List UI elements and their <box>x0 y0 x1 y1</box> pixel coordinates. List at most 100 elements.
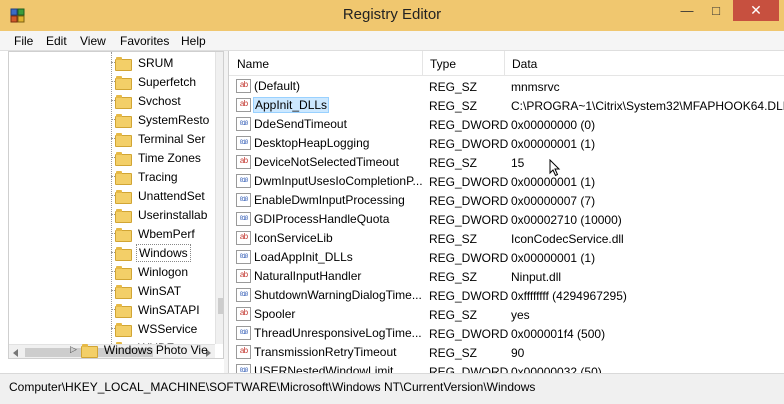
title-bar[interactable]: Registry Editor — □ ✕ <box>0 0 784 31</box>
list-row[interactable]: ab Spooler REG_SZ yes <box>229 305 784 324</box>
tree-item-label: Tracing <box>138 169 178 184</box>
menu-bar: File Edit View Favorites Help <box>0 31 784 51</box>
value-name: DdeSendTimeout <box>254 117 347 131</box>
value-type: REG_SZ <box>429 270 478 284</box>
list-row[interactable]: ab (Default) REG_SZ mnmsrvc <box>229 77 784 96</box>
tree-item-systemrestore[interactable]: SystemResto <box>111 110 211 129</box>
tree-item-winsat[interactable]: WinSAT <box>111 281 183 300</box>
binary-value-icon: 010 <box>236 212 251 226</box>
string-value-icon: ab <box>236 345 251 359</box>
folder-icon <box>115 94 132 109</box>
value-type: REG_DWORD <box>429 213 509 227</box>
value-type: REG_DWORD <box>429 289 509 303</box>
folder-icon <box>115 170 132 185</box>
binary-value-icon: 010 <box>236 193 251 207</box>
tree-item-label: UnattendSet <box>138 188 205 203</box>
tree-item-label: Svchost <box>138 93 181 108</box>
tree-item-terminal-server[interactable]: Terminal Ser <box>111 129 207 148</box>
list-row[interactable]: 010 ThreadUnresponsiveLogTime... REG_DWORD… <box>229 324 784 343</box>
list-row[interactable]: 010 EnableDwmInputProcessing REG_DWORD 0x00… <box>229 191 784 210</box>
value-type: REG_SZ <box>429 80 478 94</box>
menu-help[interactable]: Help <box>181 34 206 48</box>
tree-item-superfetch[interactable]: Superfetch <box>111 72 198 91</box>
value-type: REG_DWORD <box>429 251 509 265</box>
column-name[interactable]: Name <box>237 57 269 71</box>
column-divider[interactable] <box>504 51 505 75</box>
tree-item-label: Winlogon <box>138 264 189 279</box>
folder-icon <box>115 75 132 90</box>
value-type: REG_SZ <box>429 232 478 246</box>
menu-edit[interactable]: Edit <box>46 34 67 48</box>
tree-item-label: Windows <box>136 243 191 262</box>
tree-item-label: Terminal Ser <box>138 131 206 146</box>
binary-value-icon: 010 <box>236 117 251 131</box>
tree-item-srum[interactable]: SRUM <box>111 53 175 72</box>
tree-item-unattendsettings[interactable]: UnattendSet <box>111 186 207 205</box>
folder-icon <box>115 284 132 299</box>
maximize-button[interactable]: □ <box>703 0 729 21</box>
value-name: ShutdownWarningDialogTime... <box>254 288 422 302</box>
menu-view[interactable]: View <box>80 34 106 48</box>
value-data: C:\PROGRA~1\Citrix\System32\MFAPHOOK64.D… <box>511 99 784 113</box>
value-type: REG_SZ <box>429 308 478 322</box>
value-type: REG_DWORD <box>429 327 509 341</box>
folder-icon <box>115 113 132 128</box>
binary-value-icon: 010 <box>236 250 251 264</box>
value-data: 15 <box>511 156 525 170</box>
list-row[interactable]: ab TransmissionRetryTimeout REG_SZ 90 <box>229 343 784 362</box>
list-row-selected[interactable]: ab AppInit_DLLs REG_SZ C:\PROGRA~1\Citrix\S… <box>229 96 784 115</box>
tree-item-windows[interactable]: Windows <box>111 243 191 262</box>
tree-item-time-zones[interactable]: Time Zones <box>111 148 203 167</box>
folder-icon <box>115 246 132 261</box>
list-row[interactable]: 010 LoadAppInit_DLLs REG_DWORD 0x00000001 (… <box>229 248 784 267</box>
list-row[interactable]: 010 DdeSendTimeout REG_DWORD 0x00000000 (0) <box>229 115 784 134</box>
list-row[interactable]: 010 GDIProcessHandleQuota REG_DWORD 0x00002… <box>229 210 784 229</box>
minimize-button[interactable]: — <box>674 0 700 21</box>
tree-vertical-scrollbar[interactable] <box>215 52 223 344</box>
list-row[interactable]: 010 USERNestedWindowLimit REG_DWORD 0x00000… <box>229 362 784 373</box>
tree-item-userinstallable[interactable]: Userinstallab <box>111 205 209 224</box>
list-row[interactable]: ab NaturalInputHandler REG_SZ Ninput.dll <box>229 267 784 286</box>
folder-icon <box>115 322 132 337</box>
tree-item-svchost[interactable]: Svchost <box>111 91 183 110</box>
value-name: NaturalInputHandler <box>254 269 362 283</box>
column-divider[interactable] <box>422 51 423 75</box>
folder-icon <box>115 151 132 166</box>
list-row[interactable]: ab IconServiceLib REG_SZ IconCodecService.d… <box>229 229 784 248</box>
tree-item-winlogon[interactable]: Winlogon <box>111 262 190 281</box>
binary-value-icon: 010 <box>236 326 251 340</box>
tree-item-wbemperf[interactable]: WbemPerf <box>111 224 197 243</box>
menu-file[interactable]: File <box>14 34 33 48</box>
folder-icon <box>115 303 132 318</box>
close-button[interactable]: ✕ <box>733 0 779 21</box>
tree-item-wsservice[interactable]: WSService <box>111 319 199 338</box>
tree-item-tracing[interactable]: Tracing <box>111 167 180 186</box>
string-value-icon: ab <box>236 79 251 93</box>
value-type: REG_DWORD <box>429 137 509 151</box>
tree-item-label: Time Zones <box>138 150 201 165</box>
mouse-pointer-icon <box>549 159 561 177</box>
values-list[interactable]: Name Type Data ab (Default) REG_SZ mnmsrvc … <box>228 51 784 373</box>
list-header: Name Type Data <box>229 51 784 76</box>
tree-item-label: Userinstallab <box>138 207 208 222</box>
value-type: REG_SZ <box>429 346 478 360</box>
tree-item-label: WinSAT <box>138 283 182 298</box>
value-data: yes <box>511 308 530 322</box>
list-row[interactable]: 010 ShutdownWarningDialogTime... REG_DWORD… <box>229 286 784 305</box>
list-row[interactable]: 010 DwmInputUsesIoCompletionP... REG_DWORD… <box>229 172 784 191</box>
value-data: mnmsrvc <box>511 80 560 94</box>
tree-item-winsatapi[interactable]: WinSATAPI <box>111 300 202 319</box>
value-name: DwmInputUsesIoCompletionP... <box>254 174 423 188</box>
tree-item-windows-photo-viewer[interactable]: ▷ Windows Photo Vie <box>70 340 210 359</box>
menu-favorites[interactable]: Favorites <box>120 34 169 48</box>
value-name: (Default) <box>254 79 301 93</box>
expand-arrow-icon[interactable]: ▷ <box>70 344 77 355</box>
list-row[interactable]: ab DeviceNotSelectedTimeout REG_SZ 15 <box>229 153 784 172</box>
column-type[interactable]: Type <box>430 57 456 71</box>
column-data[interactable]: Data <box>512 57 537 71</box>
status-bar: Computer\HKEY_LOCAL_MACHINE\SOFTWARE\Mic… <box>0 373 784 404</box>
registry-tree[interactable]: SRUM Superfetch Svchost SystemResto Term… <box>8 51 224 359</box>
list-row[interactable]: 010 DesktopHeapLogging REG_DWORD 0x00000001… <box>229 134 784 153</box>
scroll-left-icon[interactable] <box>13 349 18 357</box>
value-name: IconServiceLib <box>254 231 333 245</box>
